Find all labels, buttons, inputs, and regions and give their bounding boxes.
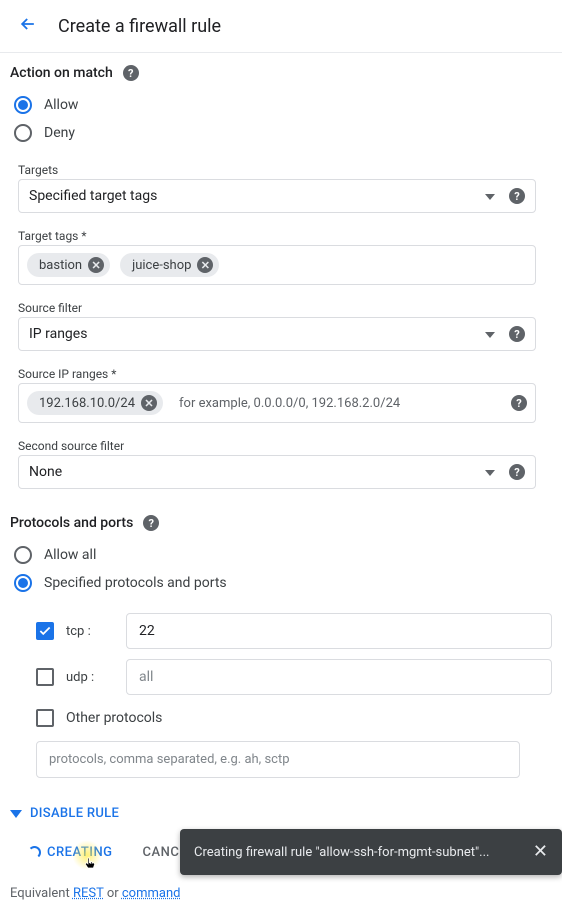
action-on-match-label: Action on match ?	[10, 65, 552, 81]
equivalent-text: Equivalent REST or command	[10, 886, 552, 901]
toast-notification: Creating firewall rule "allow-ssh-for-mg…	[180, 829, 562, 875]
chip-ip-range: 192.168.10.0/24 ✕	[27, 391, 163, 415]
toast-close-icon[interactable]: ✕	[533, 843, 548, 861]
chip-bastion: bastion ✕	[27, 253, 110, 277]
tcp-label: tcp :	[66, 624, 114, 639]
chevron-down-icon	[485, 327, 495, 342]
chip-juice-shop: juice-shop ✕	[120, 253, 219, 277]
toast-message: Creating firewall rule "allow-ssh-for-mg…	[194, 845, 489, 860]
radio-specified[interactable]: Specified protocols and ports	[10, 569, 552, 597]
second-source-filter-label: Second source filter	[18, 439, 536, 453]
protocols-ports-label: Protocols and ports ?	[10, 515, 552, 531]
help-icon[interactable]: ?	[509, 188, 525, 204]
help-icon[interactable]: ?	[123, 65, 139, 81]
help-icon[interactable]: ?	[509, 464, 525, 480]
chevron-down-icon	[485, 465, 495, 480]
radio-icon	[14, 574, 32, 592]
chevron-down-icon	[10, 810, 22, 818]
page-title: Create a firewall rule	[58, 16, 221, 37]
spinner-icon	[28, 846, 41, 859]
radio-deny[interactable]: Deny	[10, 119, 552, 147]
back-arrow-icon[interactable]	[18, 14, 38, 38]
source-ip-ranges-input[interactable]: 192.168.10.0/24 ✕ for example, 0.0.0.0/0…	[18, 383, 536, 423]
chip-remove-icon[interactable]: ✕	[141, 395, 157, 411]
targets-select[interactable]: Specified target tags ?	[18, 179, 536, 213]
udp-checkbox[interactable]	[36, 668, 54, 686]
other-protocols-checkbox[interactable]	[36, 709, 54, 727]
help-icon[interactable]: ?	[143, 515, 159, 531]
equivalent-command-link[interactable]: command	[122, 886, 181, 901]
help-icon[interactable]: ?	[509, 326, 525, 342]
chip-remove-icon[interactable]: ✕	[197, 257, 213, 273]
equivalent-rest-link[interactable]: REST	[73, 886, 104, 901]
radio-allow[interactable]: Allow	[10, 91, 552, 119]
tcp-ports-input[interactable]	[126, 613, 552, 649]
chevron-down-icon	[485, 189, 495, 204]
hint-text: for example, 0.0.0.0/0, 192.168.2.0/24	[179, 396, 400, 411]
creating-button[interactable]: CREATING	[28, 845, 113, 860]
tcp-checkbox[interactable]	[36, 622, 54, 640]
radio-allow-all[interactable]: Allow all	[10, 541, 552, 569]
radio-icon	[14, 124, 32, 142]
targets-label: Targets	[18, 163, 536, 177]
other-protocols-input[interactable]	[36, 741, 520, 778]
source-filter-select[interactable]: IP ranges ?	[18, 317, 536, 351]
source-filter-label: Source filter	[18, 301, 536, 315]
chip-remove-icon[interactable]: ✕	[88, 257, 104, 273]
target-tags-input[interactable]: bastion ✕ juice-shop ✕	[18, 245, 536, 285]
udp-label: udp :	[66, 670, 114, 685]
other-protocols-label: Other protocols	[66, 710, 162, 726]
udp-ports-input[interactable]	[126, 659, 552, 695]
disable-rule-toggle[interactable]: DISABLE RULE	[10, 806, 552, 821]
radio-icon	[14, 96, 32, 114]
second-source-filter-select[interactable]: None ?	[18, 455, 536, 489]
help-icon[interactable]: ?	[511, 395, 527, 411]
radio-icon	[14, 546, 32, 564]
source-ip-ranges-label: Source IP ranges *	[18, 367, 536, 381]
target-tags-label: Target tags *	[18, 229, 536, 243]
